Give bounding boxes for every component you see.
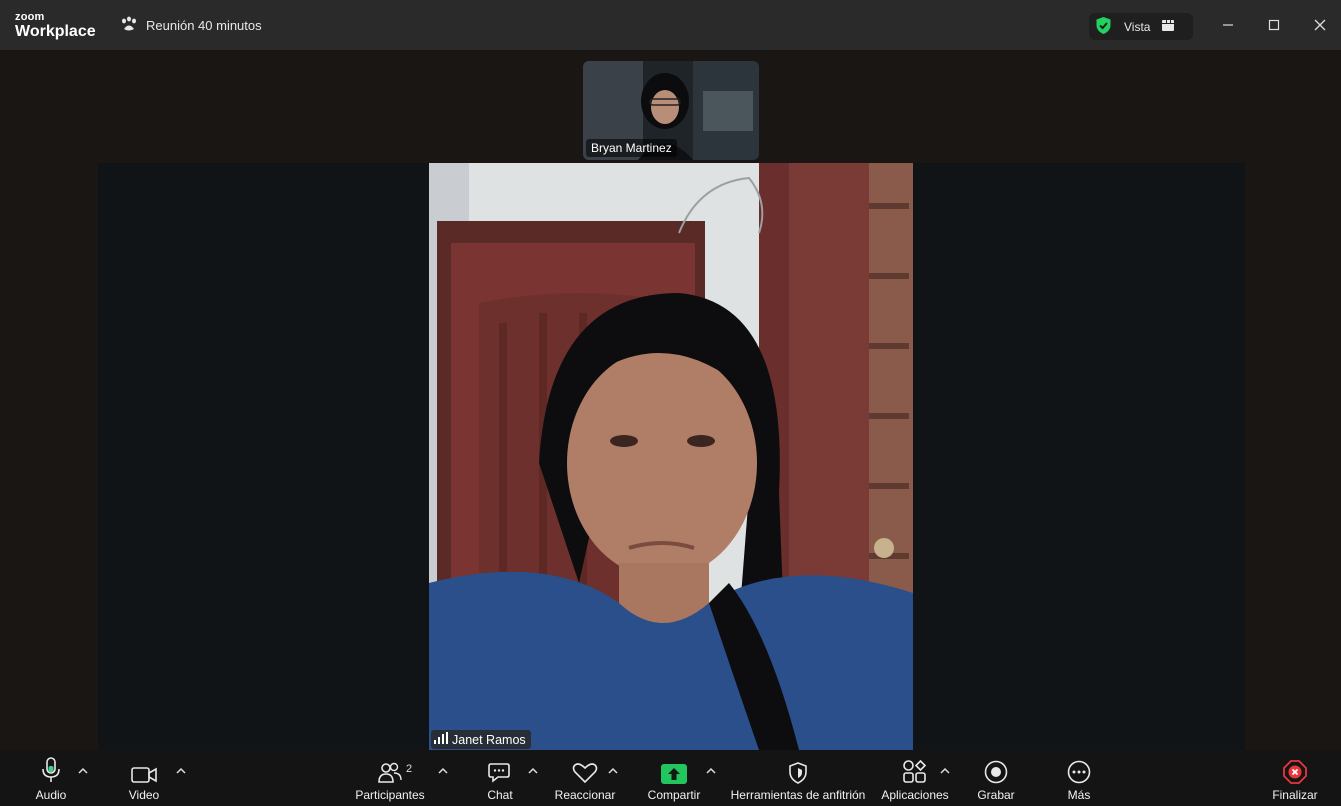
chevron-up-icon [608,767,618,774]
meeting-title: Reunión 40 minutos [146,18,262,33]
paw-icon [120,16,138,35]
host-shield-icon [788,750,808,786]
speaker-name: Janet Ramos [452,732,526,747]
meeting-info[interactable]: Reunión 40 minutos [120,16,262,35]
title-bar: zoom Workplace Reunión 40 minutos Vista [0,0,1341,50]
close-button[interactable] [1310,15,1330,35]
speaker-view: Janet Ramos [98,163,1245,750]
react-button[interactable]: Reaccionar [555,750,615,806]
participants-icon [378,750,402,786]
shield-check-icon [1095,16,1112,38]
chevron-up-icon [176,767,186,774]
participants-count: 2 [406,763,413,775]
share-options-caret[interactable] [705,764,717,776]
microphone-icon [41,750,61,786]
chevron-up-icon [438,767,448,774]
chevron-up-icon [78,767,88,774]
end-meeting-icon [1283,750,1307,786]
record-button[interactable]: Grabar [975,750,1017,806]
speaker-video-frame [429,163,913,750]
logo-zoom-text: zoom [15,11,45,23]
chevron-up-icon [528,767,538,774]
speaker-name-tag: Janet Ramos [431,730,531,749]
chevron-up-icon [940,767,950,774]
audio-label: Audio [35,788,67,802]
participants-label: Participantes [355,788,425,802]
chat-label: Chat [487,788,513,802]
apps-icon [903,750,927,786]
video-button[interactable]: Video [123,750,165,806]
participants-button[interactable]: Participantes [352,750,428,806]
grid-view-icon [1162,19,1175,34]
chevron-up-icon [706,767,716,774]
thumbnail-participant-name: Bryan Martinez [586,139,677,157]
maximize-icon [1268,19,1280,31]
end-meeting-label: Finalizar [1272,788,1318,802]
react-options-caret[interactable] [607,764,619,776]
apps-options-caret[interactable] [939,764,951,776]
speaker-video[interactable]: Janet Ramos [429,163,913,750]
audio-options-caret[interactable] [77,764,89,776]
meeting-toolbar: Audio Video Participantes 2 Chat Reaccio… [0,750,1341,806]
minimize-icon [1223,24,1233,26]
record-icon [984,750,1008,786]
apps-label: Aplicaciones [881,788,949,802]
end-meeting-button[interactable]: Finalizar [1270,750,1320,806]
react-label: Reaccionar [554,788,616,802]
video-options-caret[interactable] [175,764,187,776]
host-tools-label: Herramientas de anfitrión [730,788,866,802]
heart-icon [572,750,598,786]
chat-icon [488,750,512,786]
participant-thumbnail[interactable]: Bryan Martinez [583,61,759,160]
share-label: Compartir [647,788,701,802]
video-stage: Bryan Martinez Janet Ramos [0,50,1341,750]
audio-button[interactable]: Audio [30,750,72,806]
host-tools-button[interactable]: Herramientas de anfitrión [730,750,866,806]
view-label: Vista [1124,19,1151,34]
share-screen-button[interactable]: Compartir [645,750,703,806]
more-options-icon [1067,750,1091,786]
apps-button[interactable]: Aplicaciones [880,750,950,806]
chat-options-caret[interactable] [527,764,539,776]
chat-button[interactable]: Chat [480,750,520,806]
logo-workplace-text: Workplace [15,23,96,40]
zoom-workplace-logo: zoom Workplace [15,12,96,40]
video-camera-icon [131,750,157,786]
record-label: Grabar [977,788,1015,802]
more-label: Más [1067,788,1091,802]
signal-strength-icon [434,732,448,747]
maximize-button[interactable] [1264,15,1284,35]
minimize-button[interactable] [1218,15,1238,35]
close-icon [1314,19,1326,31]
video-label: Video [128,788,160,802]
share-screen-icon [661,750,687,786]
view-button[interactable]: Vista [1089,13,1193,40]
participants-options-caret[interactable] [437,764,449,776]
more-button[interactable]: Más [1058,750,1100,806]
